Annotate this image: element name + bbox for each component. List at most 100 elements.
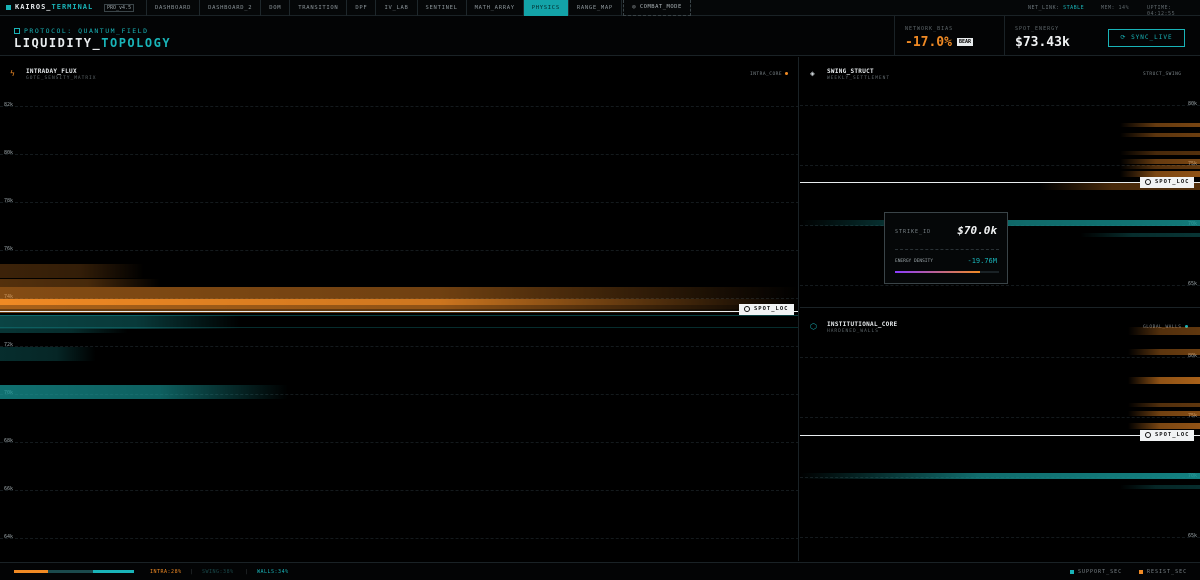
allocation-intra-segment: [14, 570, 48, 573]
y-axis-label: 66k: [4, 486, 14, 492]
network-bias-label: NETWORK_BIAS: [905, 26, 954, 32]
nav-tab-sentinel[interactable]: SENTINEL: [418, 0, 467, 16]
network-bias-value: -17.0%: [905, 35, 952, 50]
net-link-status: NET_LINK: STABLE: [1028, 5, 1084, 11]
liquidity-band: [800, 165, 1200, 169]
intra-stat: INTRA:28%: [150, 569, 182, 575]
footer-sep: |: [245, 569, 249, 575]
nav-tab-dpf[interactable]: DPF: [347, 0, 377, 16]
protocol-text: PROTOCOL: QUANTUM_FIELD: [24, 27, 149, 35]
liquidity-band: [800, 403, 1200, 407]
grid-line: [800, 357, 1200, 358]
allocation-swing-segment: [47, 570, 94, 573]
footer-bar: INTRA:28% | SWING:38% | WALLS:34% SUPPOR…: [0, 562, 1200, 580]
liquidity-band: [800, 377, 1200, 384]
net-link-label: NET_LINK:: [1028, 5, 1060, 11]
density-value: -19.76M: [967, 257, 997, 265]
grid-line: [0, 538, 798, 539]
panel-title: SWING_STRUCT: [827, 68, 874, 75]
page-title: LIQUIDITY_TOPOLOGY: [14, 36, 171, 50]
spot-loc-tag[interactable]: SPOT_LOC: [739, 304, 794, 315]
walls-stat: WALLS:34%: [257, 569, 289, 575]
spot-loc-label: SPOT_LOC: [1155, 432, 1190, 438]
intraday-flux-panel: ϟ INTRADAY_FLUX GOTE_SENSITY_MATRIX INTR…: [0, 57, 799, 561]
y-axis-label: 65k: [1188, 533, 1198, 539]
grid-line: [0, 250, 798, 251]
liquidity-band: [0, 279, 798, 287]
y-axis-label: 76k: [4, 246, 14, 252]
grid-line: [0, 442, 798, 443]
title-part-b: TOPOLOGY: [101, 36, 172, 50]
combat-mode-button[interactable]: ◎ COMBAT_MODE: [623, 0, 691, 16]
sync-live-button[interactable]: ⟳ SYNC_LIVE: [1108, 29, 1185, 47]
nav-tab-math-array[interactable]: MATH_ARRAY: [467, 0, 524, 16]
y-axis-label: 80k: [4, 150, 14, 156]
title-part-a: LIQUIDITY_: [14, 36, 102, 50]
page-header: PROTOCOL: QUANTUM_FIELD LIQUIDITY_TOPOLO…: [0, 16, 1200, 56]
nav-tab-transition[interactable]: TRANSITION: [290, 0, 348, 16]
top-bar: KAIROS_TERMINAL PRO_v4.5 DASHBOARD DASHBO…: [0, 0, 1200, 17]
tooltip-divider: [895, 249, 999, 250]
panel-title: INTRADAY_FLUX: [26, 68, 77, 75]
main-nav: DASHBOARD DASHBOARD_2 DOM TRANSITION DPF IV_L…: [146, 0, 622, 16]
brand-logo[interactable]: KAIROS_TERMINAL: [6, 3, 93, 11]
spot-energy-label: SPOT_ENERGY: [1015, 26, 1060, 32]
brand-prefix: KAIROS_: [15, 3, 52, 11]
panel-tag-text: INTRA_CORE: [750, 72, 783, 77]
strike-tooltip: STRIKE_ID $70.0k ENERGY DENSITY -19.76M: [884, 212, 1008, 284]
liquidity-band: [0, 287, 798, 299]
y-axis-label: 68k: [4, 438, 14, 444]
nav-tab-dashboard[interactable]: DASHBOARD: [147, 0, 201, 16]
footer-sep: |: [190, 569, 194, 575]
allocation-bar: [14, 570, 134, 573]
nav-tab-range-map[interactable]: RANGE_MAP: [569, 0, 622, 16]
brand-square-icon: [6, 4, 11, 10]
status-dot: [785, 72, 789, 75]
resist-swatch: [1139, 569, 1143, 574]
liquidity-band: [800, 123, 1200, 127]
institutional-core-panel: ⬡ INSTITUTIONAL_CORE HARDENED_WALLS GLOB…: [800, 309, 1200, 561]
liquidity-band: [800, 485, 1200, 489]
resist-label: RESIST_SEC: [1147, 569, 1188, 575]
strike-label: STRIKE_ID: [895, 229, 932, 235]
allocation-walls-segment: [93, 570, 134, 573]
target-icon: ◎: [632, 4, 637, 10]
y-axis-label: 64k: [4, 534, 14, 540]
network-bias-box: NETWORK_BIAS -17.0% BEAR: [894, 16, 1004, 56]
nav-tab-dom[interactable]: DOM: [261, 0, 291, 16]
spot-loc-tag[interactable]: SPOT_LOC: [1140, 430, 1194, 441]
liquidity-band: [800, 133, 1200, 137]
legend-support: SUPPORT_SEC: [1070, 569, 1122, 575]
support-label: SUPPORT_SEC: [1078, 569, 1123, 575]
net-link-value: STABLE: [1063, 5, 1085, 11]
protocol-label: PROTOCOL: QUANTUM_FIELD: [14, 27, 149, 35]
spot-loc-tag[interactable]: SPOT_LOC: [1140, 177, 1194, 188]
protocol-square-icon: [14, 28, 20, 34]
liquidity-band: [0, 347, 798, 361]
version-badge: PRO_v4.5: [104, 4, 135, 12]
nav-tab-dashboard-2[interactable]: DASHBOARD_2: [200, 0, 262, 16]
liquidity-band: [0, 385, 798, 399]
selected-band-outline: [0, 315, 798, 328]
liquidity-band: [0, 264, 798, 278]
spot-loc-label: SPOT_LOC: [1155, 179, 1190, 185]
liquidity-band: [800, 411, 1200, 416]
bias-badge: BEAR: [957, 38, 974, 46]
nav-tab-physics[interactable]: PHYSICS: [523, 0, 569, 16]
liquidity-band: [800, 159, 1200, 164]
nav-tab-iv-lab[interactable]: IV_LAB: [376, 0, 418, 16]
target-icon: [1145, 431, 1151, 438]
panel-subtitle: WEEKLY_SETTLEMENT: [827, 76, 891, 81]
spot-loc-label: SPOT_LOC: [754, 306, 789, 312]
liquidity-band: [800, 327, 1200, 335]
grid-line: [800, 537, 1200, 538]
swing-stat: SWING:38%: [202, 569, 234, 575]
grid-line: [0, 202, 798, 203]
legend-resist: RESIST_SEC: [1139, 569, 1187, 575]
panel-subtitle: GOTE_SENSITY_MATRIX: [26, 76, 97, 81]
spot-line: [0, 311, 798, 312]
spot-energy-value: $73.43k: [1015, 35, 1070, 50]
combat-mode-label: COMBAT_MODE: [639, 4, 682, 10]
spot-energy-box: SPOT_ENERGY $73.43k: [1004, 16, 1099, 56]
liquidity-band: [800, 349, 1200, 355]
